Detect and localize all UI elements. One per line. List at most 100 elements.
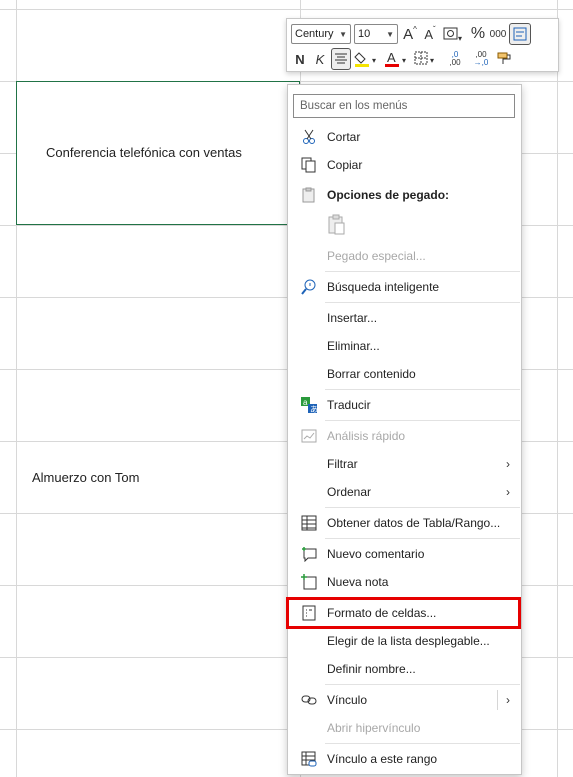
svg-text:▾: ▾ <box>458 34 462 42</box>
svg-text:▾: ▾ <box>372 56 376 65</box>
mini-toolbar: Century ▼ 10 ▼ A ^ Aˇ ▾ % 000 N K ▾ A ▾ ▾ <box>286 18 559 72</box>
borders-icon: ▾ <box>414 51 434 65</box>
font-name-value: Century <box>295 28 334 40</box>
menu-item-translate[interactable]: aあ Traducir <box>289 392 520 418</box>
svg-text:▾: ▾ <box>402 56 406 65</box>
borders-button[interactable]: ▾ <box>413 49 441 69</box>
menu-item-filter[interactable]: Filtrar › <box>289 451 520 477</box>
menu-item-label: Traducir <box>327 398 371 412</box>
menu-separator <box>325 743 520 744</box>
font-color-icon: A ▾ <box>385 50 406 67</box>
bold-button[interactable]: N <box>291 49 309 69</box>
menu-item-smart-lookup[interactable]: Búsqueda inteligente <box>289 274 520 300</box>
font-size-dropdown[interactable]: 10 ▼ <box>354 24 398 44</box>
menu-item-label: Copiar <box>327 158 363 172</box>
font-color-button[interactable]: A ▾ <box>383 49 411 69</box>
smart-lookup-icon <box>301 279 317 295</box>
menu-item-define-name[interactable]: Definir nombre... <box>289 656 520 682</box>
percent-label: % <box>470 25 486 42</box>
quick-analysis-icon <box>301 428 317 444</box>
menu-item-get-data[interactable]: Obtener datos de Tabla/Rango... <box>289 510 520 536</box>
column-divider <box>557 0 558 777</box>
menu-item-label: Pegado especial... <box>327 249 426 263</box>
menu-item-open-hyperlink[interactable]: Abrir hipervínculo <box>289 715 520 741</box>
paste-icon-button[interactable] <box>326 213 348 235</box>
menu-item-link-to-range[interactable]: Vínculo a este rango <box>289 746 520 772</box>
menu-item-label: Eliminar... <box>327 339 380 353</box>
menu-item-label: Opciones de pegado: <box>327 188 450 202</box>
menu-item-paste-special[interactable]: Pegado especial... <box>289 243 520 269</box>
thousands-separator-button[interactable]: 000 <box>489 24 507 44</box>
percent-button[interactable]: % <box>469 24 487 44</box>
menu-item-label: Ordenar <box>327 485 372 499</box>
align-center-icon <box>335 53 347 64</box>
menu-search-input[interactable]: Buscar en los menús <box>293 94 515 118</box>
increase-decimal-button[interactable]: ,0 ,00 <box>443 49 467 69</box>
bold-label: N <box>295 51 305 67</box>
link-icon <box>301 692 317 708</box>
menu-separator <box>325 538 520 539</box>
accounting-format-button[interactable]: ▾ <box>441 24 467 44</box>
italic-label: K <box>315 51 325 67</box>
menu-item-pick-from-list[interactable]: Elegir de la lista desplegable... <box>289 628 520 654</box>
chevron-right-icon: › <box>506 485 510 499</box>
wrap-text-button[interactable] <box>509 23 531 45</box>
menu-item-label: Elegir de la lista desplegable... <box>327 634 490 648</box>
comment-icon <box>301 546 317 562</box>
cell-lunch[interactable]: Almuerzo con Tom <box>32 470 139 485</box>
menu-separator <box>325 507 520 508</box>
grow-font-label: A <box>403 25 414 43</box>
svg-text:A: A <box>387 50 396 65</box>
menu-search-placeholder: Buscar en los menús <box>300 100 408 112</box>
accounting-format-icon: ▾ <box>443 27 462 42</box>
cell-meeting[interactable]: Conferencia telefónica con ventas <box>46 145 242 160</box>
menu-item-label: Cortar <box>327 130 361 144</box>
shrink-font-button[interactable]: Aˇ <box>421 24 439 44</box>
paste-options-icon <box>301 187 317 203</box>
format-painter-button[interactable] <box>495 49 513 69</box>
menu-item-new-comment[interactable]: Nuevo comentario <box>289 541 520 567</box>
chevron-down-icon: ▼ <box>339 29 347 39</box>
menu-item-clear-contents[interactable]: Borrar contenido <box>289 361 520 387</box>
menu-item-paste-options: Opciones de pegado: <box>289 182 520 208</box>
wrap-text-icon <box>513 27 527 41</box>
decrease-decimal-button[interactable]: ,00 →,0 <box>469 49 493 69</box>
menu-item-label: Búsqueda inteligente <box>327 280 440 294</box>
menu-item-sort[interactable]: Ordenar › <box>289 479 520 505</box>
menu-item-label: Filtrar <box>327 457 358 471</box>
menu-separator <box>325 389 520 390</box>
menu-separator <box>325 271 520 272</box>
menu-item-link[interactable]: Vínculo › <box>289 687 520 713</box>
menu-item-label: Vínculo a este rango <box>327 752 438 766</box>
menu-item-label: Nueva nota <box>327 575 389 589</box>
menu-item-quick-analysis[interactable]: Análisis rápido <box>289 423 520 449</box>
note-icon <box>301 574 317 590</box>
highlight-box <box>286 597 521 629</box>
clipboard-icon <box>328 214 345 235</box>
grow-font-button[interactable]: A ^ <box>401 24 419 44</box>
menu-item-label: Insertar... <box>327 311 378 325</box>
menu-item-label: Vínculo <box>327 693 368 707</box>
font-name-dropdown[interactable]: Century ▼ <box>291 24 351 44</box>
menu-item-label: Obtener datos de Tabla/Rango... <box>327 516 501 530</box>
menu-separator <box>325 302 520 303</box>
menu-item-label: Borrar contenido <box>327 367 416 381</box>
menu-item-cut[interactable]: Cortar <box>289 124 520 150</box>
chevron-right-icon[interactable]: › <box>506 693 510 707</box>
row-divider <box>0 9 573 10</box>
center-align-button[interactable] <box>331 48 351 70</box>
translate-icon: aあ <box>301 397 317 413</box>
menu-item-label: Abrir hipervínculo <box>327 721 421 735</box>
split-divider <box>497 690 498 710</box>
menu-item-delete[interactable]: Eliminar... <box>289 333 520 359</box>
menu-item-copy[interactable]: Copiar <box>289 152 520 178</box>
fill-color-icon: ▾ <box>354 52 376 67</box>
format-painter-icon <box>497 52 511 64</box>
shrink-font-label: A <box>424 26 433 42</box>
menu-item-insert[interactable]: Insertar... <box>289 305 520 331</box>
italic-button[interactable]: K <box>311 49 329 69</box>
context-menu: Buscar en los menús Cortar Copiar Opcion… <box>287 84 522 775</box>
scissors-icon <box>301 129 317 145</box>
menu-item-new-note[interactable]: Nueva nota <box>289 569 520 595</box>
fill-color-button[interactable]: ▾ <box>353 49 381 69</box>
